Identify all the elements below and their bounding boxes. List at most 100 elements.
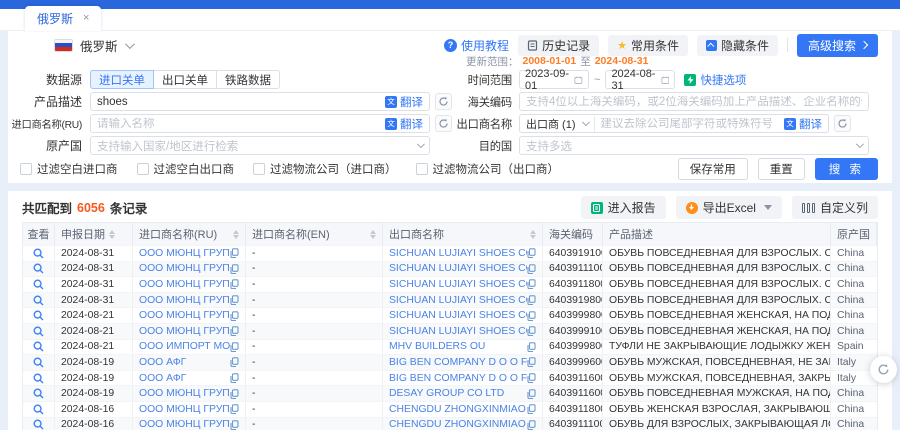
sort-icon[interactable] [109,230,115,239]
view-cell[interactable] [23,324,55,339]
importer-ru-link[interactable]: ООО МЮНЦ ГРУПП [139,388,230,399]
copy-icon[interactable] [527,420,536,430]
copy-icon[interactable] [527,404,536,414]
col-importer-ru[interactable]: 进口商名称(RU) [133,223,246,245]
sort-icon[interactable] [370,230,376,239]
copy-icon[interactable] [230,389,239,399]
view-cell[interactable] [23,246,55,261]
translate-button[interactable]: 文 翻译 [385,116,423,132]
copy-icon[interactable] [527,264,536,274]
history-button[interactable]: 历史记录 [518,35,599,56]
clear-history-button[interactable] [435,115,452,132]
copy-icon[interactable] [230,373,239,383]
copy-icon[interactable] [230,248,239,258]
exporter-link[interactable]: BIG BEN COMPANY D O O FROM BEST T [389,357,527,368]
view-cell[interactable] [23,277,55,292]
importer-ru-link[interactable]: ООО АФГ [139,373,186,384]
copy-icon[interactable] [230,357,239,367]
exporter-link[interactable]: SICHUAN LUJIAYI SHOES CO LTD [389,295,527,306]
magnifier-icon[interactable] [33,263,44,274]
exporter-link[interactable]: CHENGDU ZHONGXINMIAO TRADING C [389,419,527,430]
view-cell[interactable] [23,418,55,430]
copy-icon[interactable] [230,420,239,430]
origin-select[interactable]: 支持输入国家/地区进行检索 [90,136,430,155]
magnifier-icon[interactable] [33,419,44,430]
tutorial-link[interactable]: ? 使用教程 [444,37,509,54]
copy-icon[interactable] [527,389,536,399]
copy-icon[interactable] [527,311,536,321]
tab-rail-data[interactable]: 铁路数据 [216,70,280,89]
copy-icon[interactable] [527,248,536,258]
favorites-button[interactable]: ★ 常用条件 [608,35,688,56]
translate-button[interactable]: 文 翻译 [385,94,423,110]
copy-icon[interactable] [527,357,536,367]
magnifier-icon[interactable] [33,373,44,384]
importer-ru-link[interactable]: ООО МЮНЦ ГРУПП [139,295,230,306]
view-cell[interactable] [23,402,55,417]
advanced-search-button[interactable]: 高级搜索 [797,34,878,57]
magnifier-icon[interactable] [33,388,44,399]
exporter-input[interactable] [601,118,785,130]
magnifier-icon[interactable] [33,341,44,352]
filter-logistics-exporter[interactable]: 过滤物流公司（出口商） [416,161,560,177]
sort-icon[interactable] [233,230,239,239]
importer-ru-link[interactable]: ООО ИМПОРТ МОДА [139,341,230,352]
copy-icon[interactable] [230,404,239,414]
importer-ru-link[interactable]: ООО МЮНЦ ГРУПП [139,404,230,415]
exporter-link[interactable]: SICHUAN LUJIAYI SHOES CO LTD [389,326,527,337]
view-cell[interactable] [23,293,55,308]
copy-icon[interactable] [230,264,239,274]
filter-blank-importer[interactable]: 过滤空白进口商 [20,161,118,177]
start-date-input[interactable]: 2023-09-01 [519,70,589,89]
copy-icon[interactable] [527,326,536,336]
copy-icon[interactable] [527,279,536,289]
view-cell[interactable] [23,308,55,323]
filter-logistics-importer[interactable]: 过滤物流公司（进口商） [253,161,397,177]
importer-ru-link[interactable]: ООО МЮНЦ ГРУПП [139,310,230,321]
save-favorite-button[interactable]: 保存常用 [678,158,748,180]
exporter-link[interactable]: SICHUAN LUJIAYI SHOES CO LTD [389,310,527,321]
exporter-link[interactable]: SICHUAN LUJIAYI SHOES CO LTD [389,263,527,274]
magnifier-icon[interactable] [33,357,44,368]
view-cell[interactable] [23,355,55,370]
copy-icon[interactable] [527,373,536,383]
importer-ru-link[interactable]: ООО МЮНЦ ГРУПП [139,419,230,430]
magnifier-icon[interactable] [33,248,44,259]
hs-code-input[interactable] [526,96,862,108]
importer-ru-link[interactable]: ООО МЮНЦ ГРУПП [139,263,230,274]
exporter-link[interactable]: SICHUAN LUJIAYI SHOES CO LTD [389,248,527,259]
quick-options-link[interactable]: 快捷选项 [684,72,746,88]
tab-export-declarations[interactable]: 出口关单 [153,70,217,89]
clear-history-button[interactable] [834,115,851,132]
view-cell[interactable] [23,386,55,401]
hide-conditions-button[interactable]: 隐藏条件 [697,35,778,56]
end-date-input[interactable]: 2024-08-31 [605,70,675,89]
country-selector[interactable]: 俄罗斯 [54,36,132,55]
importer-ru-input[interactable] [97,118,385,130]
exporter-link[interactable]: DESAY GROUP CO LTD [389,388,504,399]
magnifier-icon[interactable] [33,295,44,306]
search-button[interactable]: 搜 索 [815,158,878,180]
translate-button[interactable]: 文 翻译 [784,116,822,132]
exporter-link[interactable]: MHV BUILDERS OU [389,341,485,352]
chevron-down-icon[interactable] [764,205,772,210]
export-excel-button[interactable]: 导出Excel [676,196,782,219]
reset-button[interactable]: 重置 [758,158,805,180]
copy-icon[interactable] [230,279,239,289]
exporter-link[interactable]: CHENGDU ZHONGXINMIAO TRADING C [389,404,527,415]
view-cell[interactable] [23,262,55,277]
customize-columns-button[interactable]: 自定义列 [792,196,878,219]
clear-history-button[interactable] [435,93,452,110]
view-cell[interactable] [23,340,55,355]
sort-icon[interactable] [530,230,536,239]
importer-ru-link[interactable]: ООО МЮНЦ ГРУПП [139,279,230,290]
col-date[interactable]: 申报日期 [55,223,133,245]
product-desc-input[interactable] [97,96,385,108]
view-cell[interactable] [23,371,55,386]
copy-icon[interactable] [527,295,536,305]
copy-icon[interactable] [230,311,239,321]
copy-icon[interactable] [230,326,239,336]
exporter-link[interactable]: BIG BEN COMPANY D O O FROM BEST T [389,373,527,384]
copy-icon[interactable] [230,342,239,352]
magnifier-icon[interactable] [33,279,44,290]
